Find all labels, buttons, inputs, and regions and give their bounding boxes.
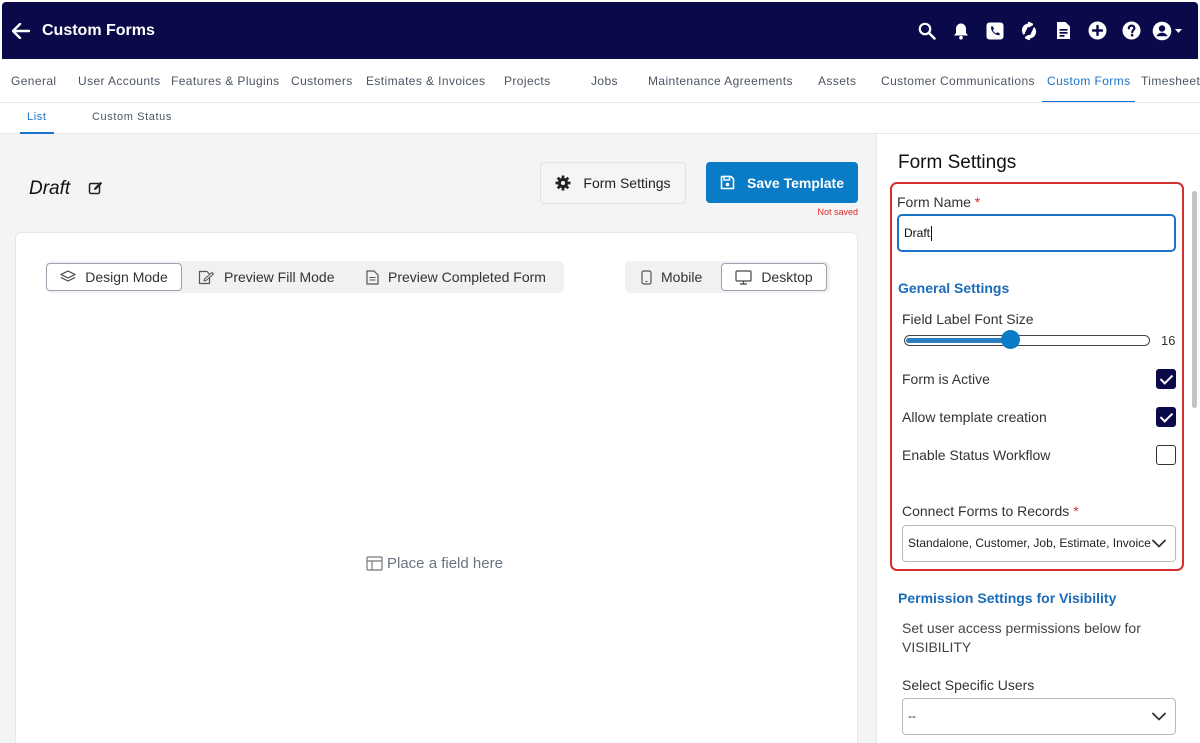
mobile-view-button[interactable]: Mobile: [641, 263, 702, 291]
panel-title: Form Settings: [898, 152, 1017, 173]
font-size-value: 16: [1161, 333, 1176, 348]
form-settings-panel: Form Settings Form Name * Draft General …: [876, 134, 1200, 743]
form-name-label-text: Form Name: [897, 194, 971, 210]
tab-jobs[interactable]: Jobs: [591, 60, 618, 102]
form-name-input[interactable]: Draft: [897, 214, 1176, 252]
help-icon[interactable]: [1114, 14, 1148, 48]
edit-doc-icon: [198, 270, 215, 284]
connect-records-value: Standalone, Customer, Job, Estimate, Inv…: [908, 536, 1151, 550]
app-title: Custom Forms: [42, 21, 155, 39]
file-icon: [366, 269, 379, 285]
required-marker: *: [974, 194, 981, 210]
font-size-label: Field Label Font Size: [902, 311, 1034, 327]
permission-description: Set user access permissions below for VI…: [902, 620, 1141, 655]
save-template-label: Save Template: [746, 174, 844, 191]
form-settings-label: Form Settings: [583, 175, 671, 191]
desktop-view-button[interactable]: Desktop: [721, 263, 827, 291]
layers-icon: [60, 270, 76, 282]
connect-records-label: Connect Forms to Records *: [902, 503, 1079, 519]
tab-estimates-invoices[interactable]: Estimates & Invoices: [366, 60, 485, 102]
mobile-icon: [641, 269, 652, 285]
phone-icon[interactable]: [978, 14, 1012, 48]
tab-general[interactable]: General: [11, 60, 57, 102]
search-icon[interactable]: [910, 14, 944, 48]
text-caret: [931, 226, 933, 242]
design-mode-label: Design Mode: [85, 269, 168, 285]
layout-icon: [366, 556, 383, 571]
field-drop-placeholder[interactable]: Place a field here: [366, 555, 503, 572]
font-size-slider[interactable]: [904, 335, 1150, 346]
gear-icon: [555, 175, 571, 191]
allow-template-label: Allow template creation: [902, 409, 1047, 425]
mobile-view-label: Mobile: [661, 269, 703, 285]
select-users-value: --: [908, 709, 916, 723]
form-active-label: Form is Active: [902, 371, 990, 387]
back-arrow-icon[interactable]: [4, 2, 38, 59]
save-template-button[interactable]: Save Template: [706, 162, 858, 203]
tab-assets[interactable]: Assets: [818, 60, 856, 102]
tab-timesheet[interactable]: Timesheet: [1141, 60, 1200, 102]
general-settings-heading: General Settings: [898, 280, 1010, 296]
settings-nav-tabs: General User Accounts Features & Plugins…: [0, 60, 1200, 103]
form-title: Draft: [29, 178, 71, 199]
form-settings-button[interactable]: Form Settings: [540, 162, 686, 204]
tab-customer-communications[interactable]: Customer Communications: [881, 60, 1035, 102]
required-marker: *: [1073, 503, 1079, 519]
tab-customers[interactable]: Customers: [291, 60, 353, 102]
connect-records-select[interactable]: Standalone, Customer, Job, Estimate, Inv…: [902, 525, 1176, 562]
status-workflow-label: Enable Status Workflow: [902, 447, 1051, 463]
sync-icon[interactable]: [1012, 14, 1046, 48]
sub-tabs: List Custom Status: [0, 103, 1200, 134]
subtab-custom-status[interactable]: Custom Status: [92, 103, 172, 134]
preview-completed-form-button[interactable]: Preview Completed Form: [366, 263, 546, 291]
preview-fill-mode-label: Preview Fill Mode: [224, 269, 335, 285]
plus-circle-icon[interactable]: [1080, 14, 1114, 48]
save-status: Not saved: [817, 207, 858, 217]
form-name-value: Draft: [904, 226, 931, 240]
permission-settings-heading: Permission Settings for Visibility: [898, 590, 1117, 606]
save-icon: [720, 175, 735, 190]
slider-fill: [906, 338, 1010, 343]
chevron-down-icon: [1152, 539, 1166, 548]
preview-fill-mode-button[interactable]: Preview Fill Mode: [198, 263, 334, 291]
select-users-dropdown[interactable]: --: [902, 698, 1176, 735]
preview-completed-form-label: Preview Completed Form: [388, 269, 546, 285]
allow-template-checkbox[interactable]: [1156, 407, 1176, 427]
subtab-list[interactable]: List: [20, 103, 53, 134]
document-icon[interactable]: [1046, 14, 1080, 48]
form-canvas[interactable]: Design Mode Preview Fill Mode Preview Co…: [15, 232, 858, 743]
tab-maintenance-agreements[interactable]: Maintenance Agreements: [648, 60, 793, 102]
panel-scrollbar[interactable]: [1192, 191, 1197, 408]
device-switcher: Mobile Desktop: [625, 261, 830, 293]
form-name-label: Form Name *: [897, 194, 980, 210]
connect-records-label-text: Connect Forms to Records: [902, 503, 1070, 519]
mode-switcher: Design Mode Preview Fill Mode Preview Co…: [46, 261, 564, 293]
tab-projects[interactable]: Projects: [504, 60, 551, 102]
placeholder-text: Place a field here: [387, 555, 503, 572]
status-workflow-checkbox[interactable]: [1156, 445, 1176, 465]
select-users-label: Select Specific Users: [902, 677, 1035, 693]
edit-title-icon[interactable]: [88, 180, 104, 196]
tab-features-plugins[interactable]: Features & Plugins: [171, 60, 280, 102]
desktop-icon: [735, 269, 752, 285]
slider-thumb[interactable]: [1000, 330, 1020, 349]
form-active-checkbox[interactable]: [1156, 369, 1176, 389]
top-bar: Custom Forms: [2, 2, 1198, 59]
design-mode-button[interactable]: Design Mode: [46, 263, 182, 291]
chevron-down-icon: [1152, 712, 1166, 721]
tab-custom-forms[interactable]: Custom Forms: [1041, 60, 1137, 102]
user-account-icon[interactable]: [1148, 14, 1188, 48]
tab-user-accounts[interactable]: User Accounts: [78, 60, 161, 102]
desktop-view-label: Desktop: [761, 269, 813, 285]
bell-icon[interactable]: [944, 14, 978, 48]
form-builder-workspace: Draft Form Settings Save Template Not sa…: [0, 134, 876, 743]
